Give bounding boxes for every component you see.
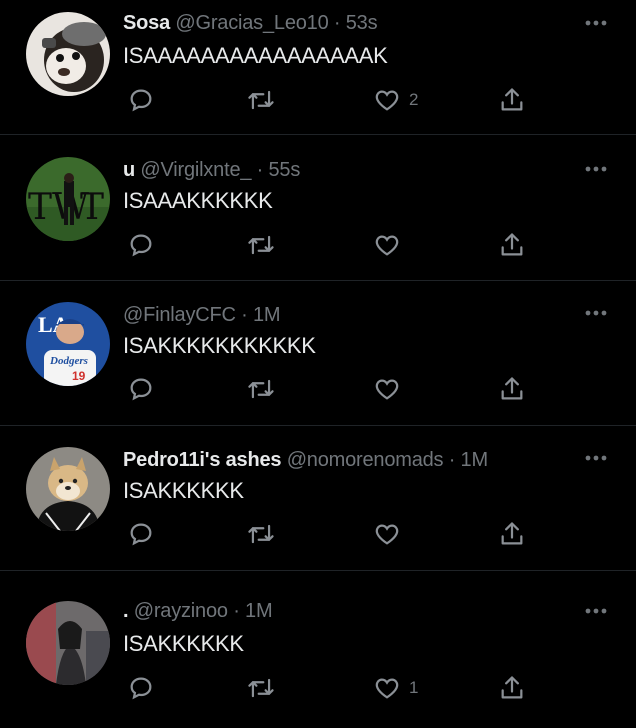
tweet-text: ISAAAAAAAAAAAAAAAAK xyxy=(123,43,388,68)
more-icon[interactable] xyxy=(583,164,609,174)
separator: · xyxy=(241,304,248,326)
handle[interactable]: @Virgilxnte_ xyxy=(140,159,251,181)
like-button[interactable] xyxy=(373,519,409,549)
tweet-text: ISAKKKKKK xyxy=(123,631,244,656)
retweet-icon xyxy=(248,524,274,544)
share-icon xyxy=(501,233,523,256)
share-button[interactable] xyxy=(498,519,526,549)
more-icon[interactable] xyxy=(583,606,609,616)
avatar[interactable] xyxy=(26,601,110,685)
share-button[interactable] xyxy=(498,85,526,115)
reply-button[interactable] xyxy=(127,374,163,404)
retweet-button[interactable] xyxy=(246,673,284,703)
avatar-jersey-number: 19 xyxy=(72,369,86,383)
share-icon xyxy=(501,676,523,699)
share-icon xyxy=(501,522,523,545)
avatar[interactable]: LA Dodgers 19 xyxy=(26,302,110,386)
share-button[interactable] xyxy=(498,374,526,404)
reply-button[interactable] xyxy=(127,519,163,549)
more-icon[interactable] xyxy=(583,308,609,318)
like-button[interactable]: 2 xyxy=(373,85,418,115)
share-icon xyxy=(501,88,523,111)
separator: · xyxy=(448,449,456,471)
tweet-text: ISAAAKKKKKK xyxy=(123,188,273,213)
handle[interactable]: @FinlayCFC xyxy=(123,304,236,326)
like-icon xyxy=(375,678,399,699)
avatar[interactable] xyxy=(26,12,110,96)
retweet-button[interactable] xyxy=(246,230,284,260)
tweet-header: u @Virgilxnte_ · 55s xyxy=(123,157,300,183)
like-icon xyxy=(375,90,399,111)
tweet-header: . @rayzinoo · 1M xyxy=(123,598,273,624)
tweet[interactable]: Pedro11i's ashes @nomorenomads · 1M ISAK… xyxy=(0,426,636,571)
reply-icon xyxy=(130,89,152,112)
like-icon xyxy=(375,379,399,400)
retweet-button[interactable] xyxy=(246,85,284,115)
share-button[interactable] xyxy=(498,230,526,260)
more-icon[interactable] xyxy=(583,453,609,463)
tweet-text: ISAKKKKKK xyxy=(123,478,244,503)
tweet-text: ISAKKKKKKKKKKK xyxy=(123,333,316,358)
like-count: 1 xyxy=(409,678,419,697)
separator: · xyxy=(233,600,240,622)
reply-button[interactable] xyxy=(127,85,163,115)
share-button[interactable] xyxy=(498,673,526,703)
tweet[interactable]: Sosa @Gracias_Leo10 · 53s ISAAAAAAAAAAAA… xyxy=(0,0,636,135)
retweet-icon xyxy=(248,379,274,399)
tweet[interactable]: LA Dodgers 19 @FinlayCFC · 1M ISAKKKKKKK… xyxy=(0,281,636,426)
tweet-header: Sosa @Gracias_Leo10 · 53s xyxy=(123,10,378,36)
retweet-button[interactable] xyxy=(246,519,284,549)
like-icon xyxy=(375,235,399,256)
display-name[interactable]: . xyxy=(123,600,129,622)
like-button[interactable] xyxy=(373,230,409,260)
avatar[interactable]: TW T xyxy=(26,157,110,241)
like-button[interactable] xyxy=(373,374,409,404)
handle[interactable]: @nomorenomads xyxy=(287,449,444,471)
tweet-actions: 2 xyxy=(123,85,543,115)
retweet-icon xyxy=(248,90,274,110)
timestamp[interactable]: 1M xyxy=(461,449,489,471)
display-name[interactable]: Pedro11i's ashes xyxy=(123,449,282,471)
share-icon xyxy=(501,377,523,400)
avatar[interactable] xyxy=(26,447,110,531)
like-icon xyxy=(375,524,399,545)
display-name[interactable]: Sosa xyxy=(123,12,170,34)
like-button[interactable]: 1 xyxy=(373,673,418,703)
timestamp[interactable]: 55s xyxy=(269,159,301,181)
tweet-header: @FinlayCFC · 1M xyxy=(123,302,281,328)
tweet-header: Pedro11i's ashes @nomorenomads · 1M xyxy=(123,447,488,473)
reply-button[interactable] xyxy=(127,673,163,703)
svg-text:T: T xyxy=(80,187,104,228)
tweet-actions xyxy=(123,519,543,549)
tweet-actions xyxy=(123,374,543,404)
avatar-jersey-text: Dodgers xyxy=(49,355,88,367)
tweet[interactable]: TW T u @Virgilxnte_ · 55s ISAAAKKKKKK xyxy=(0,135,636,281)
reply-icon xyxy=(130,234,152,257)
display-name[interactable]: u xyxy=(123,159,135,181)
retweet-icon xyxy=(248,678,274,698)
reply-icon xyxy=(130,523,152,546)
tweet-actions xyxy=(123,230,543,260)
reply-icon xyxy=(130,677,152,700)
timestamp[interactable]: 1M xyxy=(245,600,273,622)
retweet-icon xyxy=(248,235,274,255)
retweet-button[interactable] xyxy=(246,374,284,404)
timeline-feed: Sosa @Gracias_Leo10 · 53s ISAAAAAAAAAAAA… xyxy=(0,0,636,728)
reply-icon xyxy=(130,378,152,401)
timestamp[interactable]: 53s xyxy=(346,12,378,34)
tweet[interactable]: . @rayzinoo · 1M ISAKKKKKK 1 xyxy=(0,571,636,728)
reply-button[interactable] xyxy=(127,230,163,260)
handle[interactable]: @Gracias_Leo10 xyxy=(175,12,328,34)
separator: · xyxy=(256,159,264,181)
tweet-actions: 1 xyxy=(123,673,543,703)
more-icon[interactable] xyxy=(583,18,609,28)
separator: · xyxy=(333,12,341,34)
timestamp[interactable]: 1M xyxy=(253,304,281,326)
like-count: 2 xyxy=(409,90,419,109)
handle[interactable]: @rayzinoo xyxy=(134,600,228,622)
